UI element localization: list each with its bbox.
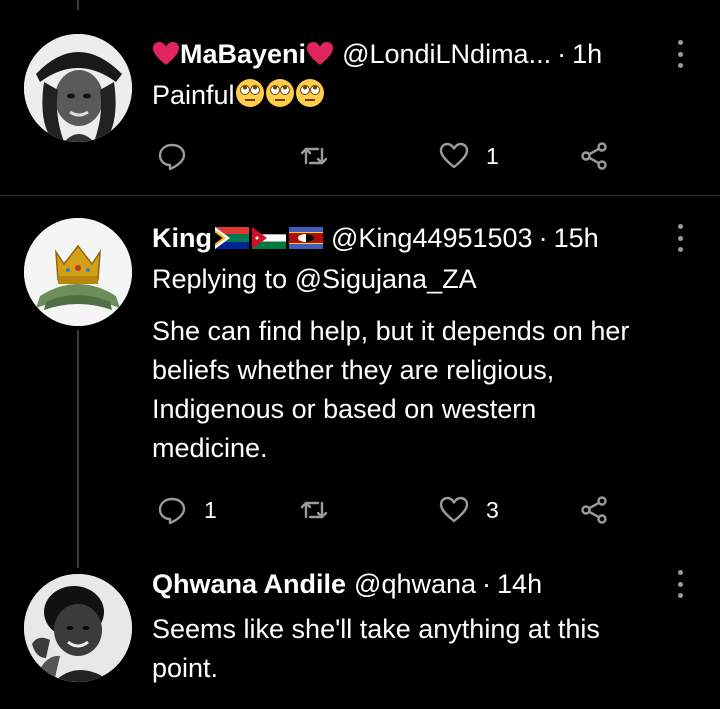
tweet-qhwana[interactable]: Qhwana Andile @qhwana · 14h Seems like s…	[0, 556, 720, 709]
face-with-rolling-eyes-icon	[265, 78, 295, 108]
reply-button[interactable]	[156, 138, 204, 174]
avatar-image-qhwana	[24, 574, 132, 682]
south-africa-flag-icon	[215, 227, 249, 249]
face-with-rolling-eyes-icon	[295, 78, 325, 108]
tweet-text-line: She can find help, but it depends on her	[152, 316, 630, 346]
separator-dot: ·	[482, 568, 492, 599]
share-button[interactable]	[578, 138, 610, 174]
retweet-button[interactable]	[298, 492, 346, 528]
tweet-text-content: Painful	[152, 80, 235, 110]
avatar-image-king	[24, 218, 132, 326]
author-name[interactable]: MaBayeni	[152, 39, 334, 70]
like-count: 3	[486, 496, 499, 523]
tweet-text: Painful	[152, 76, 325, 115]
face-with-rolling-eyes-icon	[235, 78, 265, 108]
tweet-header: MaBayeni @LondiLNdima... · 1h	[152, 36, 602, 72]
separator-dot: ·	[538, 222, 548, 253]
share-icon	[581, 496, 607, 524]
retweet-icon	[300, 501, 328, 519]
tweet-header: Qhwana Andile @qhwana · 14h	[152, 566, 542, 602]
red-heart-icon	[306, 41, 334, 67]
author-name[interactable]: King	[152, 223, 323, 254]
tweet-text: She can find help, but it depends on her…	[152, 312, 629, 468]
tweet-text: Seems like she'll take anything at this …	[152, 610, 600, 688]
avatar-image-mabayeni	[24, 34, 132, 142]
tweet-text-line: point.	[152, 653, 219, 683]
timestamp[interactable]: 1h	[572, 39, 602, 70]
tweet-text-line: Indigenous or based on western	[152, 394, 537, 424]
author-name-text: Qhwana Andile	[152, 568, 347, 599]
more-vertical-icon[interactable]	[674, 40, 686, 68]
red-heart-icon	[152, 41, 180, 67]
like-count: 1	[486, 142, 499, 169]
avatar[interactable]	[24, 218, 132, 326]
author-name-text: King	[152, 222, 212, 253]
reply-button[interactable]: 1	[156, 492, 217, 528]
reply-icon	[158, 497, 186, 525]
heart-outline-icon	[439, 496, 469, 523]
share-icon	[581, 142, 607, 170]
tweet-header: King @King44951503 · 15h	[152, 220, 599, 256]
timestamp[interactable]: 15h	[554, 223, 599, 254]
retweet-button[interactable]	[298, 138, 346, 174]
author-name-text: MaBayeni	[180, 38, 307, 69]
like-button[interactable]: 1	[438, 138, 499, 174]
author-handle[interactable]: @qhwana	[354, 569, 476, 600]
share-button[interactable]	[578, 492, 610, 528]
replying-to[interactable]: Replying to @Sigujana_ZA	[152, 264, 477, 295]
retweet-icon	[300, 147, 328, 165]
eswatini-flag-icon	[289, 227, 323, 249]
avatar[interactable]	[24, 574, 132, 682]
author-name[interactable]: Qhwana Andile	[152, 569, 346, 600]
timestamp[interactable]: 14h	[497, 569, 542, 600]
tweet-text-line: beliefs whether they are religious,	[152, 355, 555, 385]
reply-icon	[158, 143, 186, 171]
separator-dot: ·	[557, 38, 567, 69]
avatar[interactable]	[24, 34, 132, 142]
tweet-text-line: medicine.	[152, 433, 268, 463]
tweet-king[interactable]: King @King44951503 · 15h Replying to @Si…	[0, 196, 720, 556]
action-bar: 1 3	[152, 492, 692, 528]
more-vertical-icon[interactable]	[674, 224, 686, 252]
more-vertical-icon[interactable]	[674, 570, 686, 598]
author-handle[interactable]: @LondiLNdima...	[342, 39, 551, 70]
reply-count: 1	[204, 496, 217, 523]
like-button[interactable]: 3	[438, 492, 499, 528]
tweet-mabayeni[interactable]: MaBayeni @LondiLNdima... · 1h Painful 1	[0, 0, 720, 196]
action-bar: 1	[152, 138, 692, 174]
jordan-flag-icon	[252, 227, 286, 249]
author-handle[interactable]: @King44951503	[331, 223, 533, 254]
tweet-text-line: Seems like she'll take anything at this	[152, 614, 600, 644]
heart-outline-icon	[439, 142, 469, 169]
